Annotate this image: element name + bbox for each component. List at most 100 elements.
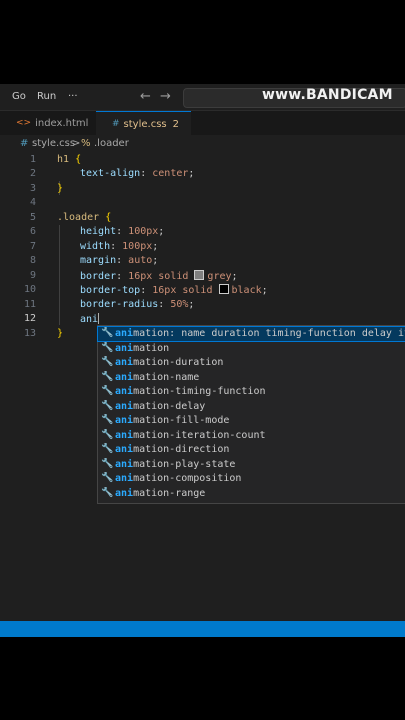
typed-text: ani xyxy=(80,314,99,325)
brace: } xyxy=(57,183,64,194)
value: center xyxy=(152,168,189,179)
suggestion-item[interactable]: 🔧 animation xyxy=(98,342,405,356)
breadcrumb-separator: > xyxy=(72,138,81,149)
indent-guide xyxy=(59,225,60,325)
wrench-icon: 🔧 xyxy=(101,443,114,454)
code-line-5: .loader { xyxy=(57,212,111,223)
css-file-icon: # xyxy=(112,119,120,129)
brace: { xyxy=(75,154,82,165)
property: margin xyxy=(80,255,117,266)
wrench-icon: 🔧 xyxy=(101,400,114,411)
suggestion-item[interactable]: 🔧 animation: name duration timing-functio… xyxy=(97,326,405,342)
back-arrow-icon[interactable]: ← xyxy=(140,89,151,104)
css-file-icon: # xyxy=(20,138,29,149)
html-file-icon: <> xyxy=(16,118,32,128)
property: height xyxy=(80,226,117,237)
value: 16px solid xyxy=(128,271,189,282)
wrench-icon: 🔧 xyxy=(101,429,114,440)
code-line-11: border-radius: 50%; xyxy=(80,299,195,310)
property: border-top xyxy=(80,285,141,296)
symbol-icon: % xyxy=(81,138,91,149)
suggestion-item[interactable]: 🔧 animation-delay xyxy=(98,400,405,414)
value: black xyxy=(231,285,262,296)
code-line-3: } xyxy=(57,183,63,194)
status-bar xyxy=(0,621,405,637)
code-line-1: h1 { xyxy=(57,154,81,165)
suggestion-item[interactable]: 🔧 animation-composition xyxy=(98,472,405,486)
line-number: 1 xyxy=(29,154,36,165)
property: border-radius xyxy=(80,299,159,310)
tab-label: style.css xyxy=(123,118,167,130)
selector: .loader xyxy=(57,212,100,223)
code-line-7: width: 100px; xyxy=(80,241,159,252)
color-swatch-icon[interactable] xyxy=(194,270,205,280)
code-editor[interactable]: 1 2 3 4 5 6 7 8 9 10 11 12 13 h1 { text-… xyxy=(0,153,405,621)
wrench-icon: 🔧 xyxy=(101,342,114,353)
line-number-active: 12 xyxy=(23,313,36,324)
value: 16px solid xyxy=(152,285,213,296)
menu-run[interactable]: Run xyxy=(37,91,56,102)
line-number: 10 xyxy=(23,284,36,295)
suggestion-item[interactable]: 🔧 animation-iteration-count xyxy=(98,429,405,443)
property: text-align xyxy=(80,168,141,179)
title-bar: Go Run ··· ← → www.BANDICAM xyxy=(0,84,405,110)
value: 100px xyxy=(122,241,153,252)
bandicam-watermark: www.BANDICAM xyxy=(262,87,393,103)
menu-go[interactable]: Go xyxy=(12,91,26,102)
forward-arrow-icon[interactable]: → xyxy=(160,89,171,104)
line-number: 4 xyxy=(29,197,36,208)
line-number: 9 xyxy=(29,270,36,281)
code-line-9: border: 16px solid grey; xyxy=(80,270,238,282)
wrench-icon: 🔧 xyxy=(101,327,114,338)
tab-index-html[interactable]: <> index.html xyxy=(0,111,95,135)
value: auto xyxy=(128,255,153,266)
property: width xyxy=(80,241,111,252)
line-number: 8 xyxy=(29,255,36,266)
value: 50% xyxy=(170,299,189,310)
suggestion-item[interactable]: 🔧 animation-timing-function xyxy=(98,385,405,399)
line-number: 5 xyxy=(29,212,36,223)
wrench-icon: 🔧 xyxy=(101,356,114,367)
property: border xyxy=(80,271,117,282)
brace: } xyxy=(57,328,64,339)
breadcrumb-file[interactable]: style.css xyxy=(32,138,75,149)
code-line-8: margin: auto; xyxy=(80,255,159,266)
selector: h1 xyxy=(57,154,70,165)
suggestion-item[interactable]: 🔧 animation-range xyxy=(98,487,405,501)
code-line-12: ani xyxy=(80,313,100,325)
wrench-icon: 🔧 xyxy=(101,472,114,483)
line-number: 6 xyxy=(29,226,36,237)
code-line-13: } xyxy=(57,328,63,339)
code-line-2: text-align: center; xyxy=(80,168,195,179)
line-number: 11 xyxy=(23,299,36,310)
problem-count-badge: 2 xyxy=(172,118,179,130)
color-swatch-icon[interactable] xyxy=(218,284,229,294)
value: grey xyxy=(207,271,232,282)
brace: { xyxy=(105,212,112,223)
value: 100px xyxy=(128,226,159,237)
line-number: 3 xyxy=(29,183,36,194)
suggestion-item[interactable]: 🔧 animation-name xyxy=(98,371,405,385)
line-number: 13 xyxy=(23,328,36,339)
wrench-icon: 🔧 xyxy=(101,371,114,382)
breadcrumb-symbol[interactable]: .loader xyxy=(94,138,129,149)
line-number: 7 xyxy=(29,241,36,252)
wrench-icon: 🔧 xyxy=(101,385,114,396)
wrench-icon: 🔧 xyxy=(101,487,114,498)
suggestion-item[interactable]: 🔧 animation-duration xyxy=(98,356,405,370)
suggestion-item[interactable]: 🔧 animation-fill-mode xyxy=(98,414,405,428)
line-number: 2 xyxy=(29,168,36,179)
menu-more[interactable]: ··· xyxy=(68,91,78,102)
tab-style-css[interactable]: # style.css 2 xyxy=(96,111,191,136)
wrench-icon: 🔧 xyxy=(101,458,114,469)
suggestion-item[interactable]: 🔧 animation-direction xyxy=(98,443,405,457)
text-cursor xyxy=(98,313,100,324)
code-line-6: height: 100px; xyxy=(80,226,165,237)
tab-label: index.html xyxy=(35,117,89,129)
suggestion-item[interactable]: 🔧 animation-play-state xyxy=(98,458,405,472)
wrench-icon: 🔧 xyxy=(101,414,114,425)
editor-tabs: <> index.html # style.css 2 xyxy=(0,110,405,136)
code-line-10: border-top: 16px solid black; xyxy=(80,284,268,296)
breadcrumb: # style.css > % .loader xyxy=(0,135,405,153)
autocomplete-suggestions: 🔧 animation: name duration timing-functio… xyxy=(97,325,405,504)
